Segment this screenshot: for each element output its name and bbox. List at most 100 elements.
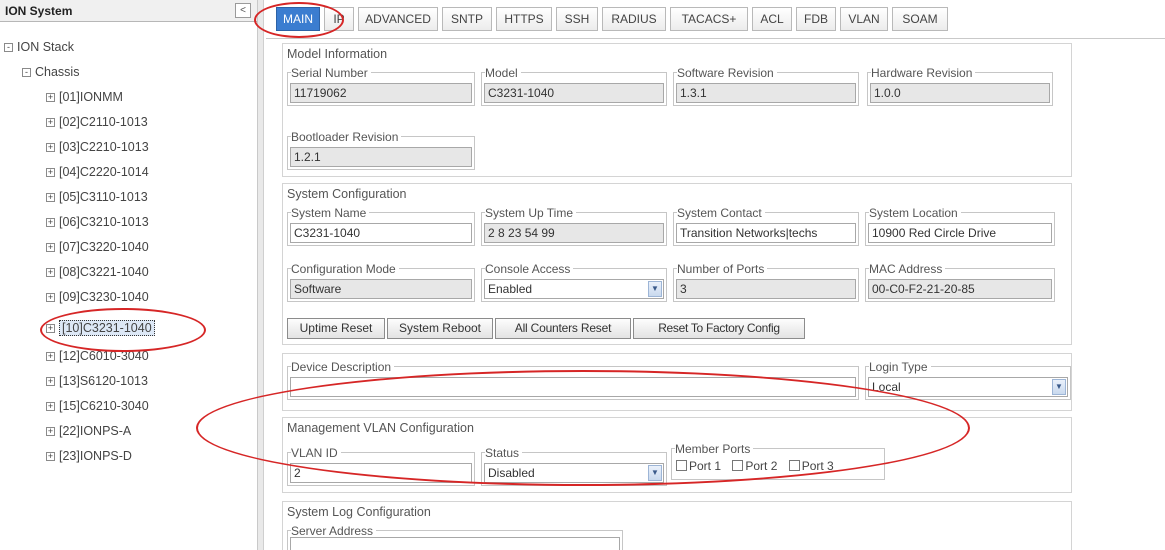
chevron-down-icon[interactable]: ▼ — [648, 465, 662, 481]
reset-to-factory-config-button[interactable]: Reset To Factory Config — [633, 318, 805, 339]
tree-node-label: [08]C3221-1040 — [59, 265, 149, 279]
tab-vlan[interactable]: VLAN — [840, 7, 888, 31]
tree-node-slot-04[interactable]: + [04]C2220-1014 — [46, 162, 149, 182]
server-address-field: Server Address — [287, 524, 623, 550]
number-of-ports-field: Number of Ports 3 — [673, 262, 859, 302]
tab-acl[interactable]: ACL — [752, 7, 792, 31]
port-1-checkbox[interactable]: Port 1 — [676, 459, 721, 473]
expand-icon[interactable]: + — [46, 293, 55, 303]
system-location-field: System Location 10900 Red Circle Drive — [865, 206, 1055, 246]
tree-node-slot-01[interactable]: + [01]IONMM — [46, 87, 123, 107]
expand-icon[interactable]: + — [46, 93, 55, 103]
tab-ip[interactable]: IP — [324, 7, 354, 31]
field-label: VLAN ID — [291, 446, 341, 460]
section-title: System Log Configuration — [287, 505, 431, 519]
all-counters-reset-button[interactable]: All Counters Reset — [495, 318, 631, 339]
tree-node-slot-07[interactable]: + [07]C3220-1040 — [46, 237, 149, 257]
checkbox-icon[interactable] — [676, 460, 687, 471]
login-type-select[interactable]: Local ▼ — [868, 377, 1068, 397]
tree-node-slot-10-selected[interactable]: + [10]C3231-1040 — [46, 318, 155, 338]
port-2-label: Port 2 — [745, 459, 778, 473]
tree-node-slot-02[interactable]: + [02]C2110-1013 — [46, 112, 148, 132]
vlan-id-input[interactable]: 2 — [290, 463, 472, 483]
port-3-checkbox[interactable]: Port 3 — [788, 459, 834, 473]
tree-node-slot-03[interactable]: + [03]C2210-1013 — [46, 137, 149, 157]
expand-icon[interactable]: + — [46, 427, 55, 437]
tree-node-slot-06[interactable]: + [06]C3210-1013 — [46, 212, 149, 232]
device-description-input[interactable] — [290, 377, 856, 397]
field-label: Login Type — [869, 360, 931, 374]
expand-icon[interactable]: + — [46, 402, 55, 412]
collapse-panel-button[interactable]: < — [235, 3, 251, 18]
collapse-icon[interactable]: - — [22, 68, 31, 78]
console-access-field: Console Access Enabled ▼ — [481, 262, 667, 302]
tab-soam[interactable]: SOAM — [892, 7, 948, 31]
tree-node-slot-09[interactable]: + [09]C3230-1040 — [46, 287, 149, 307]
chevron-down-icon[interactable]: ▼ — [648, 281, 662, 297]
tab-main[interactable]: MAIN — [276, 7, 320, 31]
expand-icon[interactable]: + — [46, 377, 55, 387]
tree-node-slot-13[interactable]: + [13]S6120-1013 — [46, 371, 148, 391]
field-label: Configuration Mode — [291, 262, 399, 276]
field-label: Member Ports — [675, 442, 754, 456]
tree-node-slot-05[interactable]: + [05]C3110-1013 — [46, 187, 148, 207]
expand-icon[interactable]: + — [46, 143, 55, 153]
tab-https[interactable]: HTTPS — [496, 7, 552, 31]
system-contact-input[interactable]: Transition Networks|techs — [676, 223, 856, 243]
field-label: Server Address — [291, 524, 377, 538]
vlan-status-select[interactable]: Disabled ▼ — [484, 463, 664, 483]
tree-node-ion-stack[interactable]: - ION Stack — [4, 37, 74, 57]
bootloader-revision-field: Bootloader Revision 1.2.1 — [287, 130, 475, 170]
checkbox-icon[interactable] — [788, 460, 800, 471]
tab-radius[interactable]: RADIUS — [602, 7, 666, 31]
expand-icon[interactable]: + — [46, 118, 55, 128]
software-revision-value: 1.3.1 — [676, 83, 856, 103]
tree-node-slot-08[interactable]: + [08]C3221-1040 — [46, 262, 149, 282]
expand-icon[interactable]: + — [46, 168, 55, 178]
system-location-input[interactable]: 10900 Red Circle Drive — [868, 223, 1052, 243]
vlan-status-value: Disabled — [488, 466, 535, 480]
console-access-value: Enabled — [488, 282, 533, 296]
expand-icon[interactable]: + — [46, 324, 55, 334]
tab-sntp[interactable]: SNTP — [442, 7, 492, 31]
checkbox-icon[interactable] — [732, 460, 744, 471]
system-name-input[interactable]: C3231-1040 — [290, 223, 472, 243]
vlan-id-field: VLAN ID 2 — [287, 446, 475, 486]
tab-advanced[interactable]: ADVANCED — [358, 7, 438, 31]
uptime-reset-button[interactable]: Uptime Reset — [287, 318, 385, 339]
member-ports-checkboxes: Port 1 Port 2 Port 3 — [676, 459, 834, 473]
tab-ssh[interactable]: SSH — [556, 7, 598, 31]
expand-icon[interactable]: + — [46, 268, 55, 278]
tree-node-chassis[interactable]: - Chassis — [22, 62, 79, 82]
expand-icon[interactable]: + — [46, 193, 55, 203]
chevron-down-icon[interactable]: ▼ — [1052, 379, 1066, 395]
tree-node-slot-15[interactable]: + [15]C6210-3040 — [46, 396, 149, 416]
login-type-field: Login Type Local ▼ — [865, 360, 1071, 400]
expand-icon[interactable]: + — [46, 352, 55, 362]
expand-icon[interactable]: + — [46, 452, 55, 462]
configuration-mode-field: Configuration Mode Software — [287, 262, 475, 302]
tree-node-label: ION Stack — [17, 40, 74, 54]
field-label: Console Access — [485, 262, 574, 276]
console-access-select[interactable]: Enabled ▼ — [484, 279, 664, 299]
system-reboot-button[interactable]: System Reboot — [387, 318, 493, 339]
section-title: Management VLAN Configuration — [287, 421, 474, 435]
server-address-input[interactable] — [290, 537, 620, 550]
expand-icon[interactable]: + — [46, 218, 55, 228]
field-label: Hardware Revision — [871, 66, 976, 80]
port-2-checkbox[interactable]: Port 2 — [732, 459, 777, 473]
tree-node-slot-12[interactable]: + [12]C6010-3040 — [46, 346, 149, 366]
tree-node-slot-23[interactable]: + [23]IONPS-D — [46, 446, 132, 466]
number-of-ports-value: 3 — [676, 279, 856, 299]
collapse-icon[interactable]: - — [4, 43, 13, 53]
field-label: Device Description — [291, 360, 395, 374]
tree-node-label: [07]C3220-1040 — [59, 240, 149, 254]
field-label: Number of Ports — [677, 262, 768, 276]
tree-node-slot-22[interactable]: + [22]IONPS-A — [46, 421, 131, 441]
panel-splitter[interactable] — [258, 0, 264, 550]
tab-tacacs[interactable]: TACACS+ — [670, 7, 748, 31]
tree-node-label: [22]IONPS-A — [59, 424, 132, 438]
field-label: System Contact — [677, 206, 765, 220]
tab-fdb[interactable]: FDB — [796, 7, 836, 31]
expand-icon[interactable]: + — [46, 243, 55, 253]
